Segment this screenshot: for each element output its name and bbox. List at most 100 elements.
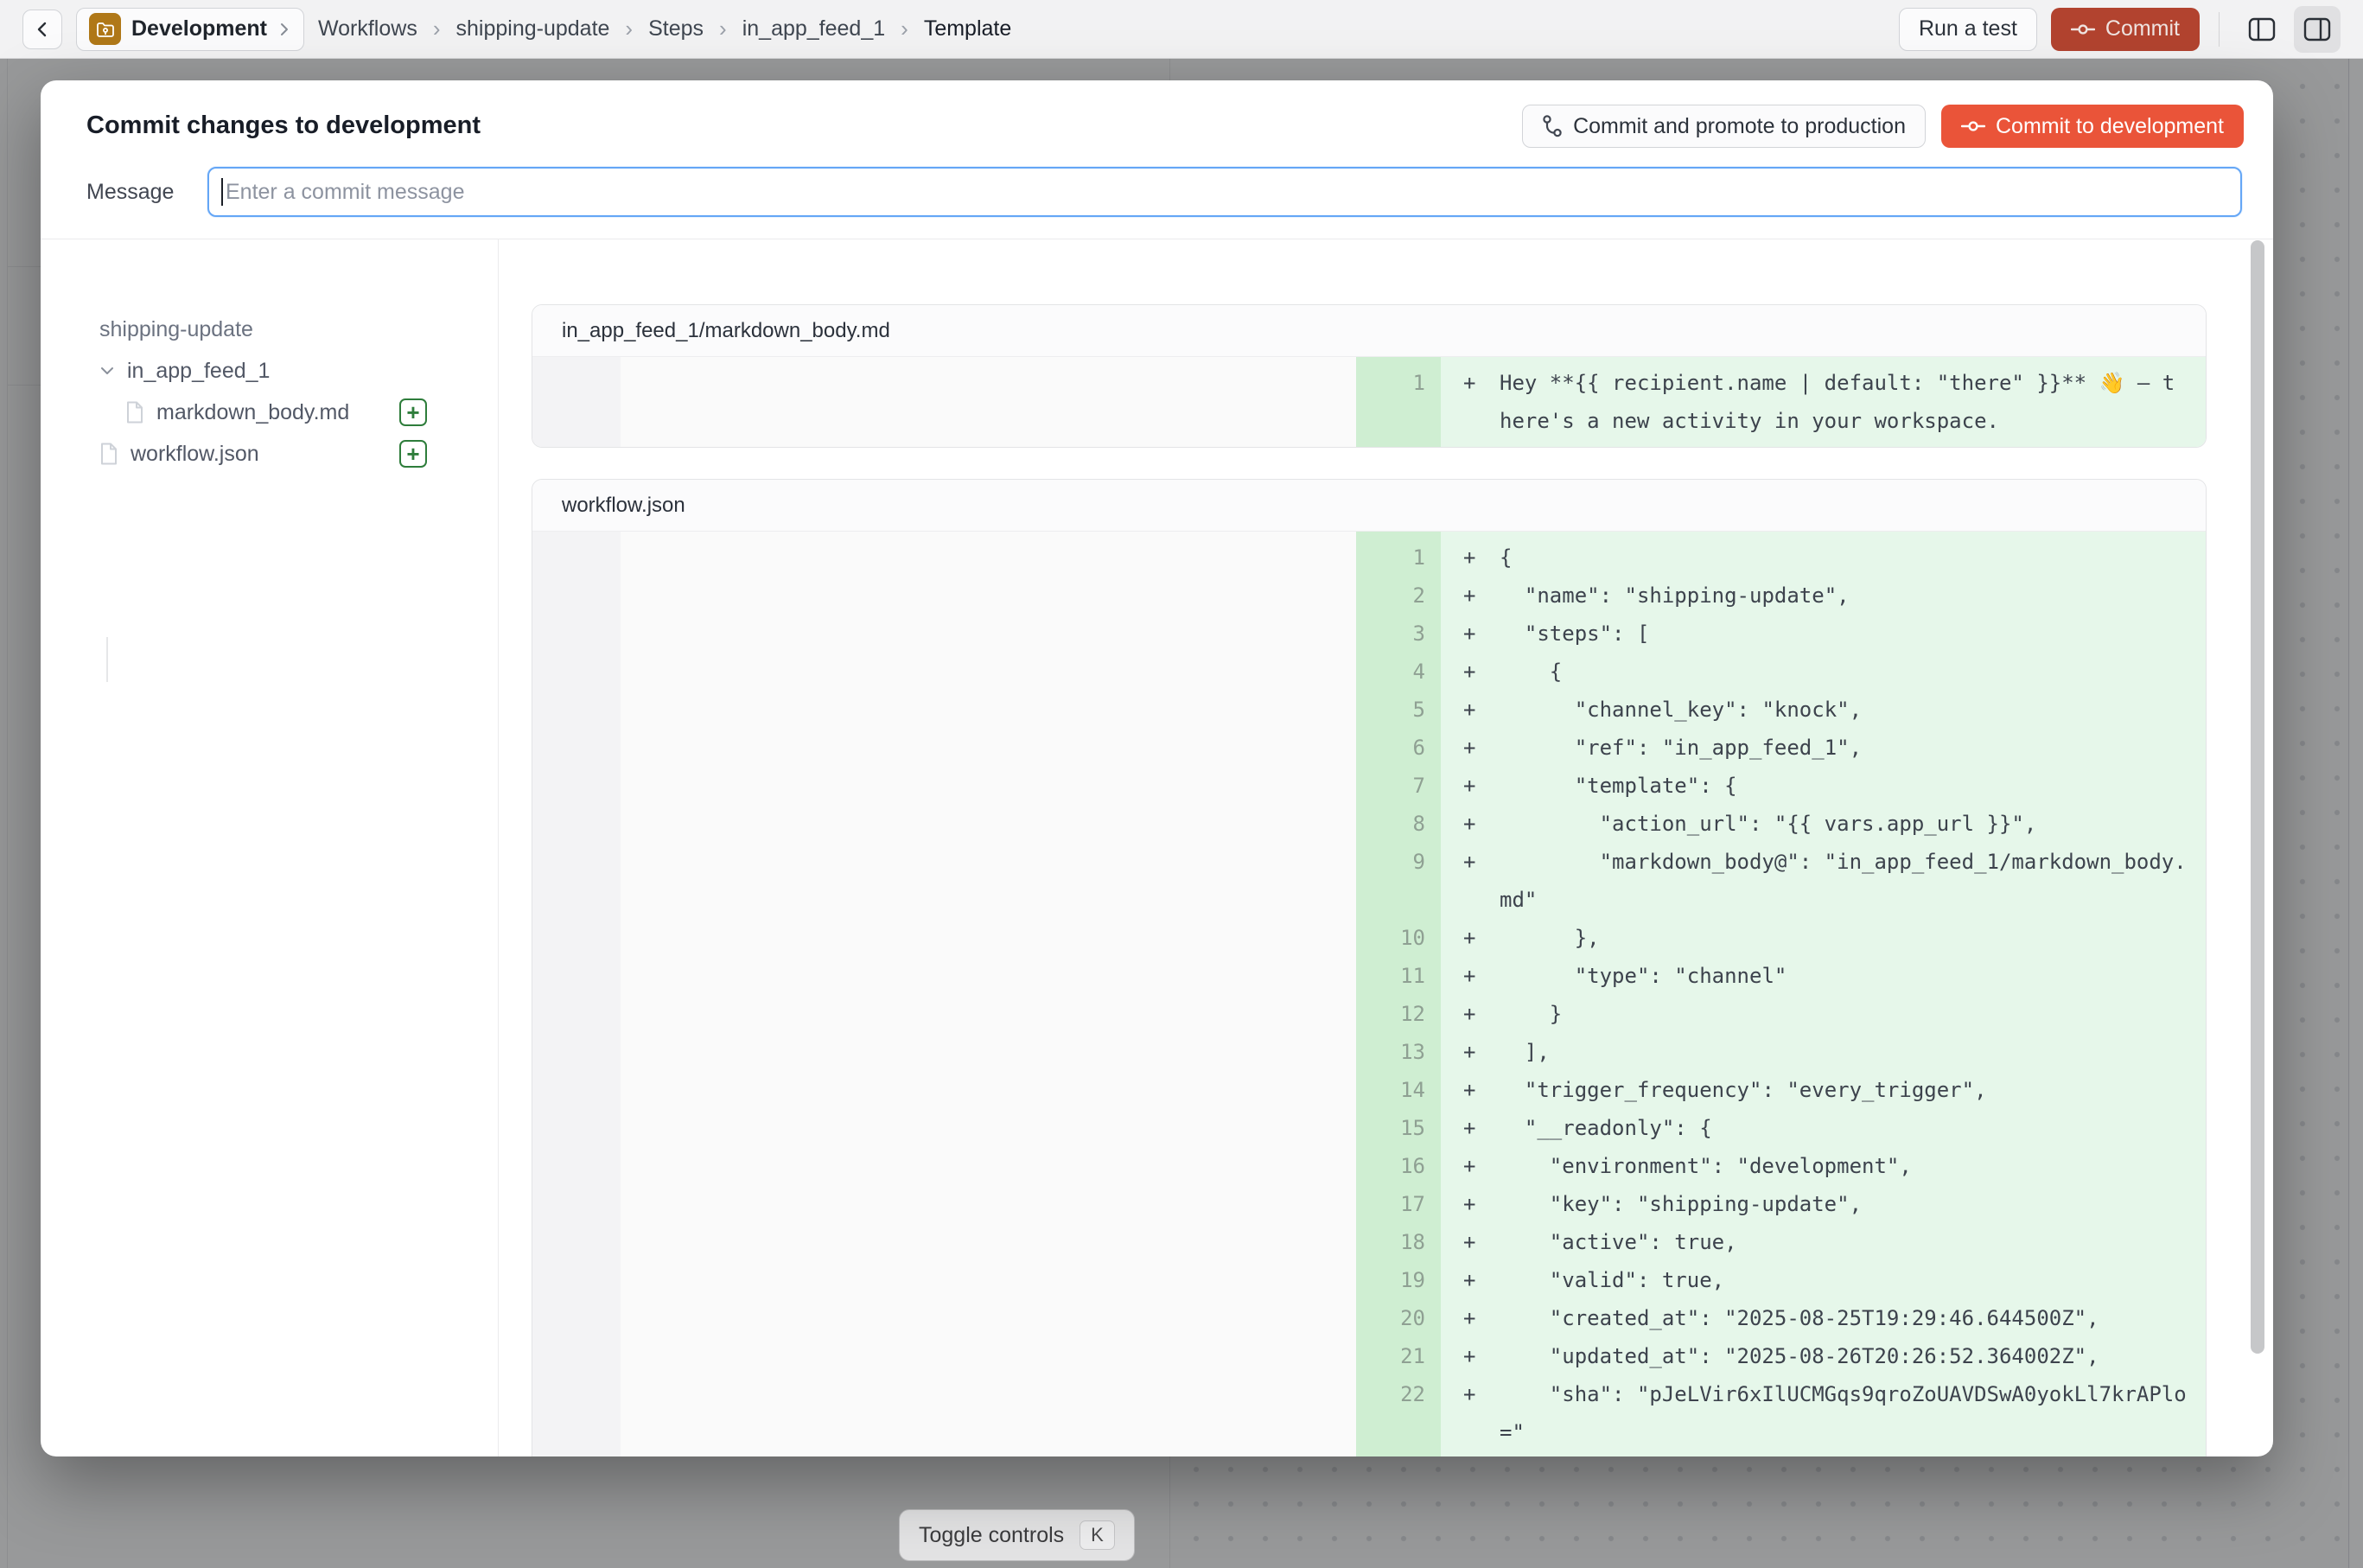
breadcrumb-item-in_app_feed_1[interactable]: in_app_feed_1 <box>742 16 885 41</box>
code-text: { <box>1500 539 2187 577</box>
code-text: ], <box>1500 1033 2187 1071</box>
diff-line: 12+ } <box>1356 995 2206 1033</box>
code-text: "ref": "in_app_feed_1", <box>1500 729 2187 767</box>
tree-file-markdown-body[interactable]: markdown_body.md + <box>41 392 498 433</box>
tree-file-workflow-json[interactable]: workflow.json + <box>41 433 498 475</box>
back-button[interactable] <box>22 10 62 49</box>
line-number: 1 <box>1356 539 1441 577</box>
modal-title: Commit changes to development <box>86 112 481 140</box>
diff-add-sign: + <box>1441 767 1500 805</box>
diff-add-sign: + <box>1441 957 1500 995</box>
line-number: 22 <box>1356 1375 1441 1451</box>
layout-toggles <box>2239 6 2341 53</box>
diff-old-side-empty <box>532 532 1356 1456</box>
breadcrumb-item-workflows[interactable]: Workflows <box>318 16 417 41</box>
code-text: "channel_key": "knock", <box>1500 691 2187 729</box>
top-bar: Development Workflows › shipping-update › St… <box>0 0 2363 59</box>
diff-add-sign: + <box>1441 843 1500 919</box>
diff-old-side-empty <box>532 357 1356 447</box>
panel-left-toggle[interactable] <box>2239 6 2285 53</box>
line-number: 8 <box>1356 805 1441 843</box>
commit-message-row: Message Enter a commit message <box>86 167 2242 217</box>
code-text: "markdown_body@": "in_app_feed_1/markdow… <box>1500 843 2187 919</box>
diff-line: 16+ "environment": "development", <box>1356 1147 2206 1185</box>
diff-line: 4+ { <box>1356 653 2206 691</box>
breadcrumb-item-shipping-update[interactable]: shipping-update <box>456 16 610 41</box>
commit-icon <box>1961 118 1985 135</box>
line-number: 16 <box>1356 1147 1441 1185</box>
diff-line: 18+ "active": true, <box>1356 1223 2206 1261</box>
diff-line: 19+ "valid": true, <box>1356 1261 2206 1299</box>
topbar-actions: Run a test Commit <box>1899 6 2341 53</box>
code-text: "trigger_frequency": "every_trigger", <box>1500 1071 2187 1109</box>
code-text: "key": "shipping-update", <box>1500 1185 2187 1223</box>
diff-line: 23+ } <box>1356 1451 2206 1456</box>
line-number: 3 <box>1356 615 1441 653</box>
commit-button[interactable]: Commit <box>2051 8 2200 51</box>
added-file-badge: + <box>399 440 427 468</box>
code-text: "action_url": "{{ vars.app_url }}", <box>1500 805 2187 843</box>
diff-add-sign: + <box>1441 1033 1500 1071</box>
line-number: 11 <box>1356 957 1441 995</box>
diff-line: 9+ "markdown_body@": "in_app_feed_1/mark… <box>1356 843 2206 919</box>
run-a-test-button[interactable]: Run a test <box>1899 8 2037 51</box>
diff-line: 10+ }, <box>1356 919 2206 957</box>
diff-card: workflow.json1+{2+ "name": "shipping-upd… <box>532 479 2207 1456</box>
diff-line: 13+ ], <box>1356 1033 2206 1071</box>
diff-line: 1+{ <box>1356 539 2206 577</box>
tree-workflow-root: shipping-update <box>41 309 498 350</box>
input-placeholder: Enter a commit message <box>226 180 465 205</box>
commit-message-input[interactable]: Enter a commit message <box>207 167 2242 217</box>
line-number: 21 <box>1356 1337 1441 1375</box>
panel-right-toggle[interactable] <box>2294 6 2341 53</box>
modal-scrollbar[interactable] <box>2251 240 2264 1435</box>
toolbar-divider <box>2219 12 2220 47</box>
diff-line: 6+ "ref": "in_app_feed_1", <box>1356 729 2206 767</box>
diff-line: 21+ "updated_at": "2025-08-26T20:26:52.3… <box>1356 1337 2206 1375</box>
breadcrumb-item-template[interactable]: Template <box>924 16 1011 41</box>
toggle-controls-button[interactable]: Toggle controls K <box>899 1509 1135 1561</box>
text-caret <box>221 178 223 206</box>
line-number: 12 <box>1356 995 1441 1033</box>
chevron-left-icon <box>34 21 51 38</box>
diff-line: 5+ "channel_key": "knock", <box>1356 691 2206 729</box>
changed-files-tree: shipping-update in_app_feed_1 markdown_b… <box>41 239 499 1456</box>
line-number: 14 <box>1356 1071 1441 1109</box>
commit-modal: Commit changes to development Commit and… <box>41 80 2273 1456</box>
breadcrumb-separator: › <box>625 16 633 42</box>
diff-add-sign: + <box>1441 995 1500 1033</box>
diff-body: 1+Hey **{{ recipient.name | default: "th… <box>532 357 2206 447</box>
code-text: "name": "shipping-update", <box>1500 577 2187 615</box>
environment-label: Development <box>131 16 267 41</box>
diff-add-sign: + <box>1441 1451 1500 1456</box>
diff-body: 1+{2+ "name": "shipping-update",3+ "step… <box>532 532 2206 1456</box>
code-text: "active": true, <box>1500 1223 2187 1261</box>
diff-add-sign: + <box>1441 1185 1500 1223</box>
panel-border <box>7 59 8 1568</box>
diff-line: 22+ "sha": "pJeLVir6xIlUCMGqs9qroZoUAVDS… <box>1356 1375 2206 1451</box>
modal-actions: Commit and promote to production Commit … <box>1522 105 2244 148</box>
breadcrumb: Workflows›shipping-update›Steps›in_app_f… <box>318 16 1011 42</box>
commit-and-promote-button[interactable]: Commit and promote to production <box>1522 105 1926 148</box>
code-text: "__readonly": { <box>1500 1109 2187 1147</box>
diff-cards-scroll-area[interactable]: in_app_feed_1/markdown_body.md1+Hey **{{… <box>532 239 2221 1456</box>
diff-new-side: 1+Hey **{{ recipient.name | default: "th… <box>1356 357 2206 447</box>
code-text: { <box>1500 653 2187 691</box>
breadcrumb-separator: › <box>901 16 908 42</box>
toggle-controls-label: Toggle controls <box>919 1523 1064 1548</box>
breadcrumb-item-steps[interactable]: Steps <box>648 16 704 41</box>
shortcut-key-badge: K <box>1080 1520 1115 1550</box>
chevron-right-icon <box>277 22 291 36</box>
tree-step-in-app-feed[interactable]: in_app_feed_1 <box>41 350 498 392</box>
diff-add-sign: + <box>1441 577 1500 615</box>
diff-add-sign: + <box>1441 539 1500 577</box>
commit-to-development-button[interactable]: Commit to development <box>1941 105 2244 148</box>
code-text: Hey **{{ recipient.name | default: "ther… <box>1500 364 2187 440</box>
code-text: "steps": [ <box>1500 615 2187 653</box>
environment-selector[interactable]: Development <box>76 8 304 51</box>
diff-add-sign: + <box>1441 1261 1500 1299</box>
line-number: 4 <box>1356 653 1441 691</box>
line-number: 9 <box>1356 843 1441 919</box>
diff-line: 17+ "key": "shipping-update", <box>1356 1185 2206 1223</box>
scrollbar-thumb[interactable] <box>2251 240 2264 1354</box>
